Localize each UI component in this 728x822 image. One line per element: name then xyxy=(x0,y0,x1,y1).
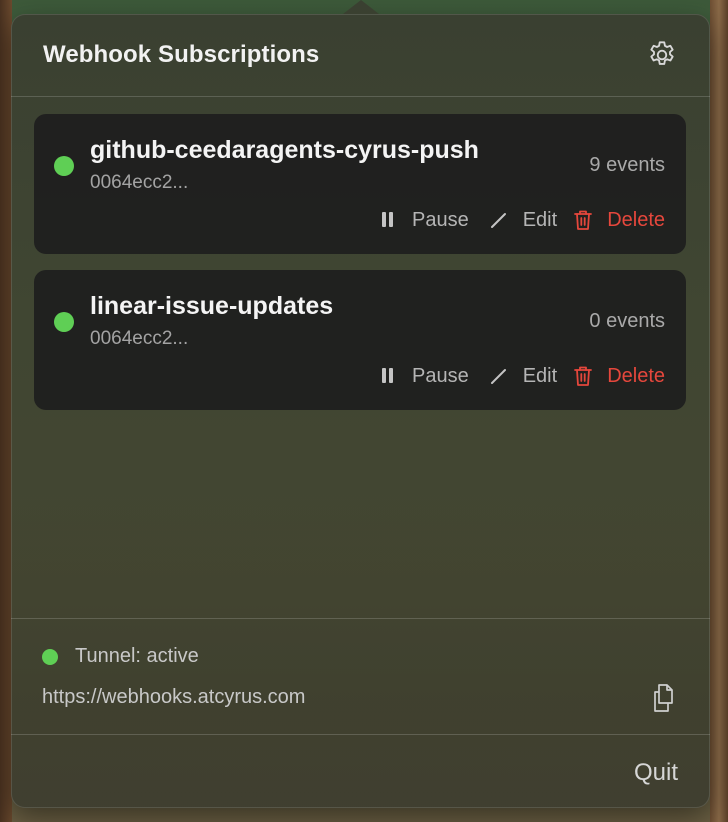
copy-icon[interactable] xyxy=(650,682,678,714)
pause-label: Pause xyxy=(412,364,469,387)
subscription-card: github-ceedaragents-cyrus-push 0064ecc2.… xyxy=(34,114,686,254)
tunnel-status-dot xyxy=(42,648,58,665)
edit-button[interactable]: Edit xyxy=(489,209,557,232)
pause-label: Pause xyxy=(412,208,469,231)
trash-icon xyxy=(573,365,593,387)
subscription-id: 0064ecc2... xyxy=(90,172,189,193)
delete-label: Delete xyxy=(607,364,665,387)
popover-arrow xyxy=(343,0,379,14)
pause-icon xyxy=(378,209,398,231)
quit-button[interactable]: Quit xyxy=(634,759,678,787)
subscription-name: linear-issue-updates xyxy=(90,292,334,320)
footer-divider xyxy=(11,618,710,619)
quit-divider xyxy=(11,734,710,735)
gear-icon[interactable] xyxy=(646,39,678,71)
edit-label: Edit xyxy=(522,364,558,387)
delete-button[interactable]: Delete xyxy=(573,209,665,232)
pencil-icon xyxy=(489,365,509,387)
delete-button[interactable]: Delete xyxy=(573,365,665,388)
event-count: 9 events xyxy=(589,154,665,176)
pause-icon xyxy=(378,365,398,387)
edit-label: Edit xyxy=(522,208,558,231)
tunnel-url: https://webhooks.atcyrus.com xyxy=(42,686,306,708)
header-divider xyxy=(11,96,710,97)
card-actions: Pause Edit Delete xyxy=(378,206,665,234)
popover-header: Webhook Subscriptions xyxy=(11,14,710,96)
subscription-id: 0064ecc2... xyxy=(90,328,189,349)
tunnel-status-text: Tunnel: active xyxy=(75,645,199,667)
page-title: Webhook Subscriptions xyxy=(43,41,320,68)
pencil-icon xyxy=(489,209,509,231)
delete-label: Delete xyxy=(607,208,665,231)
subscription-name: github-ceedaragents-cyrus-push xyxy=(90,136,479,164)
pause-button[interactable]: Pause xyxy=(378,209,469,232)
background-tree-right xyxy=(710,0,728,822)
subscription-card: linear-issue-updates 0064ecc2... 0 event… xyxy=(34,270,686,410)
trash-icon xyxy=(573,209,593,231)
webhook-popover: Webhook Subscriptions github-ceedaragent… xyxy=(11,0,710,808)
event-count: 0 events xyxy=(589,310,665,332)
status-dot xyxy=(54,312,74,332)
status-dot xyxy=(54,156,74,176)
edit-button[interactable]: Edit xyxy=(489,365,557,388)
pause-button[interactable]: Pause xyxy=(378,365,469,388)
tunnel-status: Tunnel: active xyxy=(42,645,199,668)
card-actions: Pause Edit Delete xyxy=(378,362,665,390)
